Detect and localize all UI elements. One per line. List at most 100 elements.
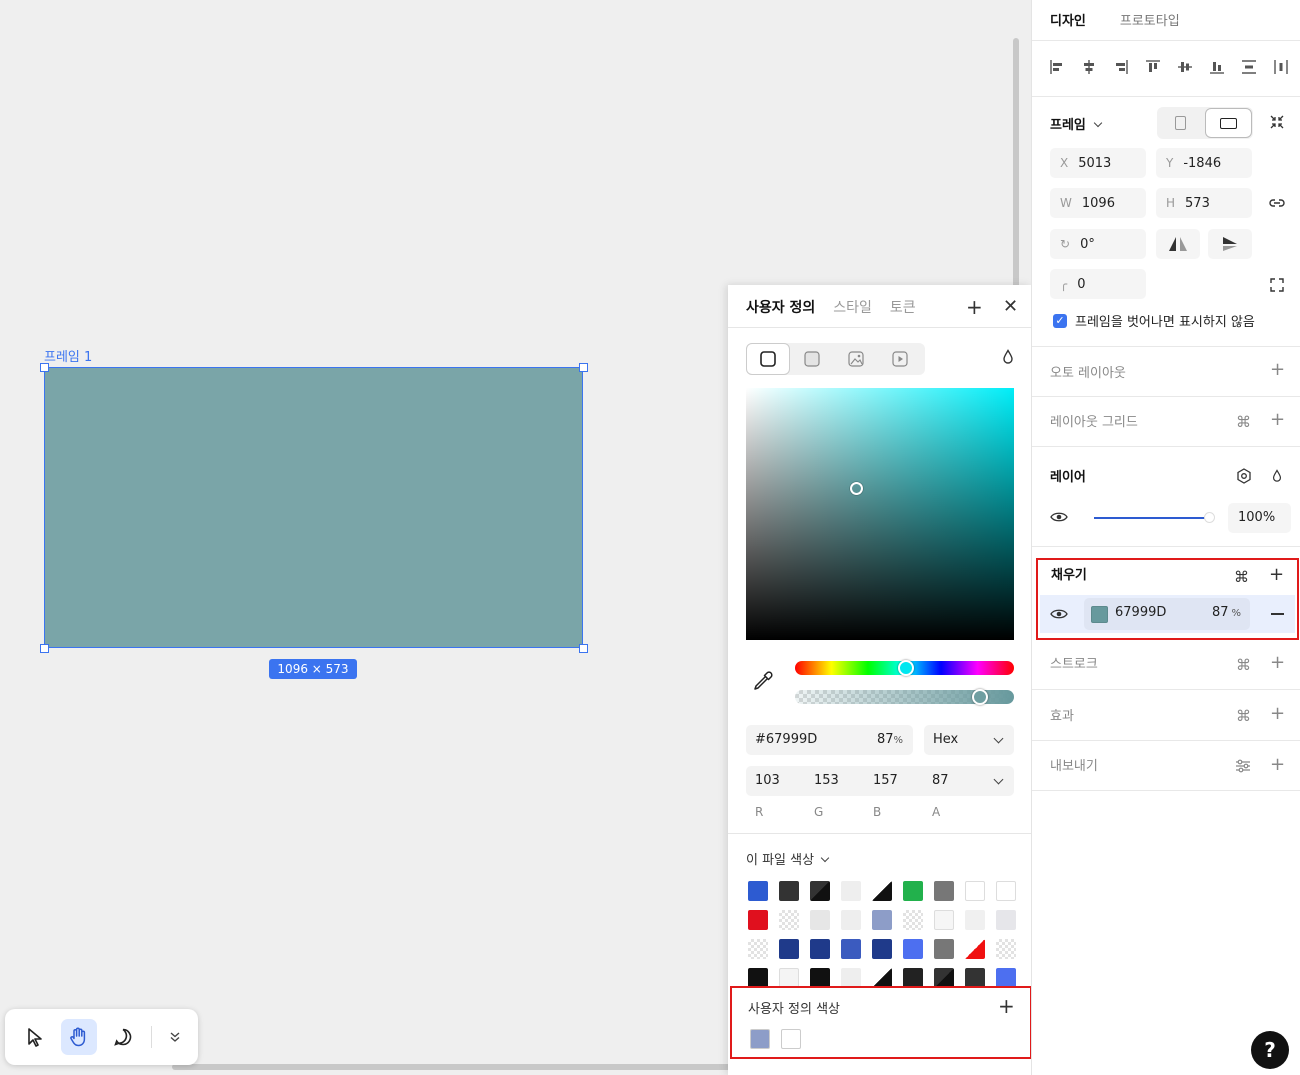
file-color-swatch[interactable] — [934, 910, 954, 930]
file-color-swatch[interactable] — [965, 881, 985, 901]
tab-design[interactable]: 디자인 — [1050, 10, 1086, 29]
file-color-swatch[interactable] — [779, 939, 799, 959]
add-export-plus-icon[interactable]: + — [1270, 756, 1285, 774]
x-position-input[interactable]: X 5013 — [1050, 148, 1146, 178]
file-color-swatch[interactable] — [748, 910, 768, 930]
file-color-swatch[interactable] — [965, 968, 985, 988]
file-color-swatch[interactable] — [779, 881, 799, 901]
resize-handle-top-right[interactable] — [579, 363, 588, 372]
export-settings-icon[interactable] — [1235, 758, 1251, 778]
styles-grid-icon[interactable]: ⌘ — [1236, 413, 1251, 431]
image-fill-icon[interactable] — [834, 343, 878, 375]
fill-color-input[interactable]: 67999D 87% — [1084, 598, 1250, 630]
custom-color-swatch[interactable] — [781, 1029, 801, 1049]
rotation-input[interactable]: ↻ 0° — [1050, 229, 1146, 259]
independent-corners-icon[interactable] — [1269, 277, 1285, 297]
alpha-slider[interactable] — [795, 689, 1014, 705]
distribute-vertical-icon[interactable] — [1240, 58, 1258, 76]
clip-content-checkbox[interactable]: ✓ — [1053, 314, 1067, 328]
pointer-icon[interactable] — [17, 1019, 53, 1055]
file-color-swatch[interactable] — [872, 968, 892, 988]
custom-color-swatch[interactable] — [750, 1029, 770, 1049]
add-fill-plus-icon[interactable]: + — [1269, 566, 1284, 584]
file-color-swatch[interactable] — [872, 939, 892, 959]
layer-opacity-slider[interactable] — [1094, 517, 1208, 519]
file-color-swatch[interactable] — [965, 939, 985, 959]
file-color-swatch[interactable] — [872, 910, 892, 930]
file-color-swatch[interactable] — [934, 939, 954, 959]
hue-slider-thumb[interactable] — [898, 660, 914, 676]
close-icon[interactable]: ✕ — [1003, 297, 1018, 317]
landscape-button[interactable] — [1205, 108, 1252, 138]
fill-visibility-eye-icon[interactable] — [1050, 607, 1068, 625]
align-right-icon[interactable] — [1112, 58, 1130, 76]
a-value[interactable]: 87 — [932, 766, 949, 796]
file-color-swatch[interactable] — [748, 881, 768, 901]
alpha-slider-thumb[interactable] — [972, 689, 988, 705]
r-value[interactable]: 103 — [755, 766, 780, 796]
fill-styles-icon[interactable]: ⌘ — [1234, 568, 1249, 586]
file-color-swatch[interactable] — [810, 881, 830, 901]
file-color-swatch[interactable] — [779, 968, 799, 988]
file-color-swatch[interactable] — [841, 910, 861, 930]
portrait-icon[interactable] — [1175, 116, 1186, 130]
effect-styles-icon[interactable]: ⌘ — [1236, 707, 1251, 725]
comment-icon[interactable] — [105, 1019, 141, 1055]
layer-opacity-slider-thumb[interactable] — [1204, 512, 1215, 523]
distribute-horizontal-icon[interactable] — [1272, 58, 1290, 76]
file-color-swatch[interactable] — [748, 968, 768, 988]
fill-hex-value[interactable]: 67999D — [1115, 605, 1166, 620]
file-color-swatch[interactable] — [810, 968, 830, 988]
color-format-select[interactable]: Hex — [924, 725, 1014, 755]
fill-opacity-wrap[interactable]: 87% — [1212, 605, 1241, 620]
remove-fill-minus-icon[interactable] — [1271, 613, 1284, 615]
add-stroke-plus-icon[interactable]: + — [1270, 654, 1285, 672]
add-auto-layout-plus-icon[interactable]: + — [1270, 361, 1285, 379]
fill-item-row[interactable]: 67999D 87% — [1040, 595, 1295, 633]
add-custom-color-plus-icon[interactable]: + — [998, 994, 1015, 1018]
file-color-swatch[interactable] — [872, 881, 892, 901]
frame-section-title[interactable]: 프레임 — [1050, 114, 1103, 133]
chevron-down-icon[interactable] — [993, 774, 1004, 785]
file-color-swatch[interactable] — [903, 881, 923, 901]
plus-icon[interactable]: + — [966, 297, 983, 317]
y-position-input[interactable]: Y -1846 — [1156, 148, 1252, 178]
color-position-handle[interactable] — [850, 482, 863, 495]
eyedropper-icon[interactable] — [752, 670, 774, 696]
saturation-value-area[interactable] — [746, 388, 1014, 640]
hex-input[interactable]: #67999D 87% — [746, 725, 913, 755]
add-effect-plus-icon[interactable]: + — [1270, 705, 1285, 723]
file-color-swatch[interactable] — [996, 881, 1016, 901]
gradient-fill-icon[interactable] — [790, 343, 834, 375]
tab-custom[interactable]: 사용자 정의 — [746, 297, 815, 317]
layer-opacity-input[interactable]: 100% — [1228, 503, 1291, 533]
shrink-icon[interactable] — [1269, 114, 1285, 134]
resize-handle-bottom-right[interactable] — [579, 644, 588, 653]
align-top-icon[interactable] — [1144, 58, 1162, 76]
file-color-swatch[interactable] — [996, 939, 1016, 959]
g-value[interactable]: 153 — [814, 766, 839, 796]
help-button[interactable]: ? — [1251, 1031, 1289, 1069]
stroke-styles-icon[interactable]: ⌘ — [1236, 656, 1251, 674]
hand-icon[interactable] — [61, 1019, 97, 1055]
file-color-swatch[interactable] — [841, 881, 861, 901]
constrain-proportions-link-icon[interactable] — [1268, 195, 1286, 215]
align-horizontal-center-icon[interactable] — [1080, 58, 1098, 76]
file-color-swatch[interactable] — [903, 968, 923, 988]
fill-color-swatch[interactable] — [1091, 606, 1108, 623]
flip-vertical-button[interactable] — [1208, 229, 1252, 259]
align-left-icon[interactable] — [1048, 58, 1066, 76]
frame-name-label[interactable]: 프레임 1 — [44, 346, 92, 365]
hue-slider[interactable] — [795, 660, 1014, 676]
height-input[interactable]: H 573 — [1156, 188, 1252, 218]
file-color-swatch[interactable] — [934, 881, 954, 901]
resize-handle-top-left[interactable] — [40, 363, 49, 372]
blend-drop-icon[interactable] — [1001, 349, 1015, 369]
rgba-inputs[interactable]: 103 153 157 87 — [746, 766, 1014, 796]
file-color-swatch[interactable] — [841, 968, 861, 988]
align-vertical-center-icon[interactable] — [1176, 58, 1194, 76]
b-value[interactable]: 157 — [873, 766, 898, 796]
solid-fill-icon[interactable] — [746, 343, 790, 375]
file-color-swatch[interactable] — [934, 968, 954, 988]
selected-frame[interactable] — [44, 367, 583, 648]
